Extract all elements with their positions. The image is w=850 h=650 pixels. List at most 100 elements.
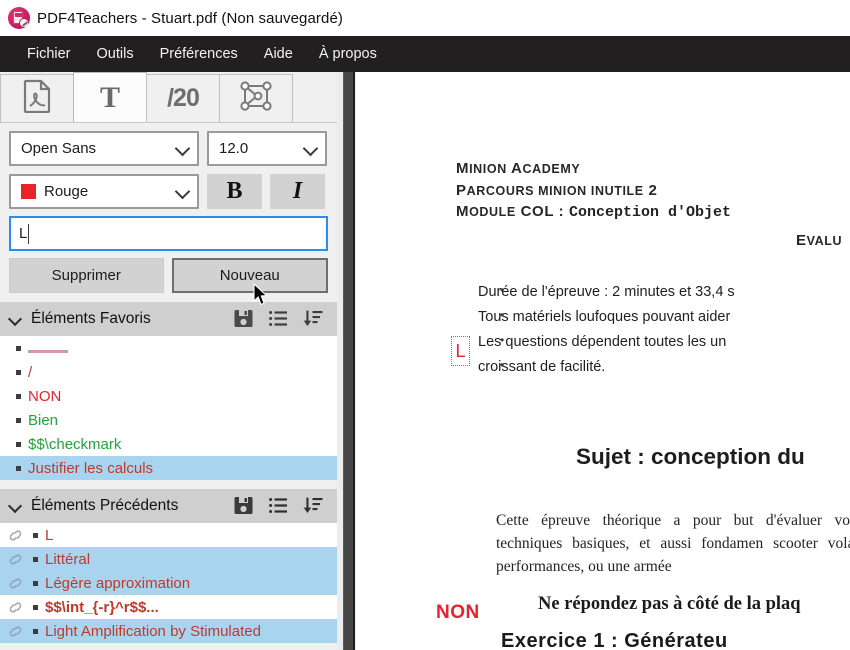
link-icon xyxy=(8,625,23,638)
font-size-value: 12.0 xyxy=(219,140,249,157)
text-color-select[interactable]: Rouge xyxy=(9,174,199,209)
font-size-select[interactable]: 12.0 xyxy=(207,131,327,166)
list-item[interactable]: $$\checkmark xyxy=(0,432,337,456)
list-item[interactable]: Bien xyxy=(0,408,337,432)
tab-text[interactable]: T xyxy=(73,72,147,122)
chevron-down-icon xyxy=(174,183,191,199)
favorite-label: Justifier les calculs xyxy=(28,459,154,477)
style-controls-row: Rouge B I xyxy=(0,166,337,209)
bullet-icon xyxy=(33,604,38,610)
link-icon xyxy=(8,601,23,614)
list-item[interactable]: NON xyxy=(0,384,337,408)
new-button[interactable]: Nouveau xyxy=(171,258,328,293)
grade-icon: /20 xyxy=(167,84,200,112)
text-caret xyxy=(28,223,30,244)
previous-label: Light Amplification by Stimulated xyxy=(45,622,261,640)
italic-button[interactable]: I xyxy=(270,174,325,209)
chevron-down-icon xyxy=(174,140,191,156)
annotation-text-selected[interactable]: L xyxy=(451,336,470,366)
bullet-icon xyxy=(33,580,38,586)
pdf-page[interactable]: MINION ACADEMY PARCOURS MINION INUTILE 2… xyxy=(356,72,850,650)
list-item[interactable]: Littéral xyxy=(0,547,337,571)
text-tool-icon: T xyxy=(99,80,120,114)
menu-outils[interactable]: Outils xyxy=(84,43,147,65)
favorite-rule-line xyxy=(28,349,68,353)
link-icon xyxy=(8,553,23,566)
pdf-document-pane[interactable]: MINION ACADEMY PARCOURS MINION INUTILE 2… xyxy=(356,72,850,650)
doc-bullet-item: Les questions dépendent toutes les un xyxy=(478,330,850,355)
text-input-value: L xyxy=(19,225,28,242)
bullet-icon xyxy=(33,628,38,634)
delete-button[interactable]: Supprimer xyxy=(9,258,164,293)
list-icon[interactable] xyxy=(268,308,290,330)
menu-fichier[interactable]: Fichier xyxy=(14,43,84,65)
favorites-title: Éléments Favoris xyxy=(31,310,151,327)
bullet-icon xyxy=(16,369,21,375)
pdf-file-icon xyxy=(23,79,51,118)
window-title: PDF4Teachers - Stuart.pdf (Non sauvegard… xyxy=(37,9,344,27)
menu-aide[interactable]: Aide xyxy=(251,43,306,65)
previous-label: $$\int_{-r}^r$$... xyxy=(45,598,159,616)
list-item[interactable]: Justifier les calculs xyxy=(0,456,337,480)
favorites-list[interactable]: / NON Bien $$\checkmark Justifier les ca… xyxy=(0,336,337,480)
sort-descending-icon[interactable] xyxy=(303,495,325,517)
doc-bullet-item: Tous matériels loufoques pouvant aider xyxy=(478,305,850,330)
link-icon xyxy=(8,577,23,590)
panel-splitter[interactable] xyxy=(337,72,356,650)
favorite-label: / xyxy=(28,363,33,381)
doc-header-line-3: MODULE COL : Conception d'Objet xyxy=(456,203,731,221)
list-item[interactable]: / xyxy=(0,360,337,384)
save-icon[interactable] xyxy=(233,495,255,517)
title-bar: PDF4Teachers - Stuart.pdf (Non sauvegard… xyxy=(0,0,850,36)
doc-bullet-list: Durée de l'épreuve : 2 minutes et 33,4 s… xyxy=(456,280,850,380)
doc-exercise-heading: Exercice 1 : Générateu xyxy=(501,630,728,650)
doc-bullet-item: Durée de l'épreuve : 2 minutes et 33,4 s xyxy=(478,280,850,305)
list-item[interactable]: L xyxy=(0,523,337,547)
chevron-down-icon[interactable] xyxy=(10,316,21,323)
list-item[interactable]: $$\int_{-r}^r$$... xyxy=(0,595,337,619)
annotation-text-non[interactable]: NON xyxy=(436,602,480,624)
list-item[interactable] xyxy=(0,336,337,360)
doc-subject-heading: Sujet : conception du xyxy=(576,444,805,469)
previous-label: Littéral xyxy=(45,550,91,568)
doc-eval-label: EVALU xyxy=(796,232,843,249)
font-controls-row: Open Sans 12.0 xyxy=(0,123,337,166)
favorite-label: Bien xyxy=(28,411,59,429)
sort-descending-icon[interactable] xyxy=(303,308,325,330)
font-family-select[interactable]: Open Sans xyxy=(9,131,199,166)
splitter-grip[interactable] xyxy=(343,72,355,650)
previous-list[interactable]: L Littéral Légère approximation $$\int_{… xyxy=(0,523,337,643)
tab-shapes[interactable] xyxy=(219,74,293,122)
bullet-icon xyxy=(16,441,21,447)
text-input[interactable]: L xyxy=(9,216,328,251)
doc-bullet-continuation: croissant de facilité. xyxy=(478,355,850,380)
list-item[interactable]: Light Amplification by Stimulated xyxy=(0,619,337,643)
favorite-label: NON xyxy=(28,387,62,405)
previous-label: Légère approximation xyxy=(45,574,191,592)
chevron-down-icon[interactable] xyxy=(10,503,21,510)
bold-button[interactable]: B xyxy=(207,174,262,209)
tool-tab-strip: T /20 xyxy=(0,72,337,123)
doc-header-line-1: MINION ACADEMY xyxy=(456,160,581,177)
previous-title: Éléments Précédents xyxy=(31,497,179,514)
pdf-edit-icon xyxy=(8,7,30,29)
bullet-icon xyxy=(16,465,21,471)
menu-preferences[interactable]: Préférences xyxy=(147,43,251,65)
left-tool-panel: T /20 Open Sans 12.0 Rouge B I L Supprim… xyxy=(0,72,337,650)
chevron-down-icon xyxy=(302,140,319,156)
link-icon xyxy=(8,529,23,542)
tab-grade[interactable]: /20 xyxy=(146,74,220,122)
bullet-icon xyxy=(33,532,38,538)
list-icon[interactable] xyxy=(268,495,290,517)
save-icon[interactable] xyxy=(233,308,255,330)
doc-paragraph: Cette épreuve théorique a pour but d'éva… xyxy=(496,512,850,575)
list-item[interactable]: Légère approximation xyxy=(0,571,337,595)
tab-pdf[interactable] xyxy=(0,74,74,122)
bullet-icon xyxy=(16,345,21,351)
previous-section-header[interactable]: Éléments Précédents xyxy=(0,489,337,523)
menu-a-propos[interactable]: À propos xyxy=(306,43,390,65)
font-family-value: Open Sans xyxy=(21,140,97,157)
favorite-label: $$\checkmark xyxy=(28,435,122,453)
favorites-section-header[interactable]: Éléments Favoris xyxy=(0,302,337,336)
doc-warning-text: Ne répondez pas à côté de la plaq xyxy=(538,594,801,614)
